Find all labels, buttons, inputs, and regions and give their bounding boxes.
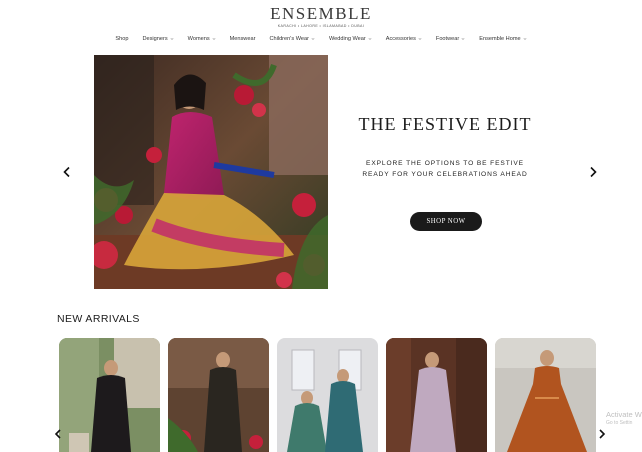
new-arrivals-title: NEW ARRIVALS (57, 313, 140, 325)
hero-subtitle: EXPLORE THE OPTIONS TO BE FESTIVE READY … (340, 158, 550, 180)
logo-tagline: KARACHI • LAHORE • ISLAMABAD • DUBAI (277, 24, 365, 28)
nav-label: Children's Wear (269, 36, 309, 42)
product-image (277, 338, 378, 452)
nav-label: Menswear (229, 36, 256, 42)
nav-item-footwear[interactable]: Footwear (436, 36, 465, 42)
watermark-line1: Activate W (606, 410, 642, 419)
nav-item-childrens-wear[interactable]: Children's Wear (269, 36, 315, 42)
nav-label: Accessories (385, 36, 416, 42)
nav-label: Ensemble Home (479, 36, 521, 42)
windows-activation-watermark: Activate W Go to Settin (606, 410, 642, 426)
nav-label: Wedding Wear (328, 36, 366, 42)
chevron-down-icon (311, 38, 315, 40)
chevron-down-icon (170, 38, 174, 40)
product-card[interactable] (59, 338, 160, 452)
hero-photo (94, 55, 328, 289)
nav-item-shop[interactable]: Shop (115, 36, 128, 42)
product-image (168, 338, 269, 452)
nav-label: Shop (115, 36, 129, 42)
nav-item-menswear[interactable]: Menswear (230, 36, 256, 42)
chevron-down-icon (523, 38, 527, 40)
product-card[interactable] (277, 338, 378, 452)
nav-label: Designers (142, 36, 168, 42)
product-card[interactable] (386, 338, 487, 452)
nav-item-ensemble-home[interactable]: Ensemble Home (479, 36, 527, 42)
nav-label: Womens (187, 36, 210, 42)
product-card[interactable] (495, 338, 596, 452)
chevron-down-icon (368, 38, 372, 40)
nav-item-designers[interactable]: Designers (142, 36, 174, 42)
site-logo[interactable]: ENSEMBLE KARACHI • LAHORE • ISLAMABAD • … (0, 4, 642, 29)
chevron-down-icon (212, 38, 216, 40)
carousel-prev-icon[interactable] (61, 166, 73, 178)
hero-image[interactable] (94, 55, 328, 289)
hero-title: THE FESTIVE EDIT (358, 114, 532, 134)
nav-label: Footwear (435, 36, 460, 42)
product-image (59, 338, 160, 452)
chevron-down-icon (418, 38, 422, 40)
chevron-down-icon (461, 38, 465, 40)
nav-item-womens[interactable]: Womens (188, 36, 216, 42)
product-image (386, 338, 487, 452)
arrivals-next-icon[interactable] (596, 428, 608, 440)
nav-item-wedding-wear[interactable]: Wedding Wear (329, 36, 372, 42)
main-nav: Shop Designers Womens Menswear Children'… (0, 36, 642, 42)
hero-subtitle-line1: EXPLORE THE OPTIONS TO BE FESTIVE (366, 160, 524, 167)
product-card[interactable] (168, 338, 269, 452)
watermark-line2: Go to Settin (606, 420, 633, 426)
arrivals-prev-icon[interactable] (52, 428, 64, 440)
logo-text: ENSEMBLE (270, 4, 372, 23)
nav-item-accessories[interactable]: Accessories (386, 36, 422, 42)
carousel-next-icon[interactable] (587, 166, 599, 178)
shop-now-button[interactable]: SHOP NOW (410, 212, 482, 231)
hero-subtitle-line2: READY FOR YOUR CELEBRATIONS AHEAD (362, 171, 528, 178)
product-image (495, 338, 596, 452)
